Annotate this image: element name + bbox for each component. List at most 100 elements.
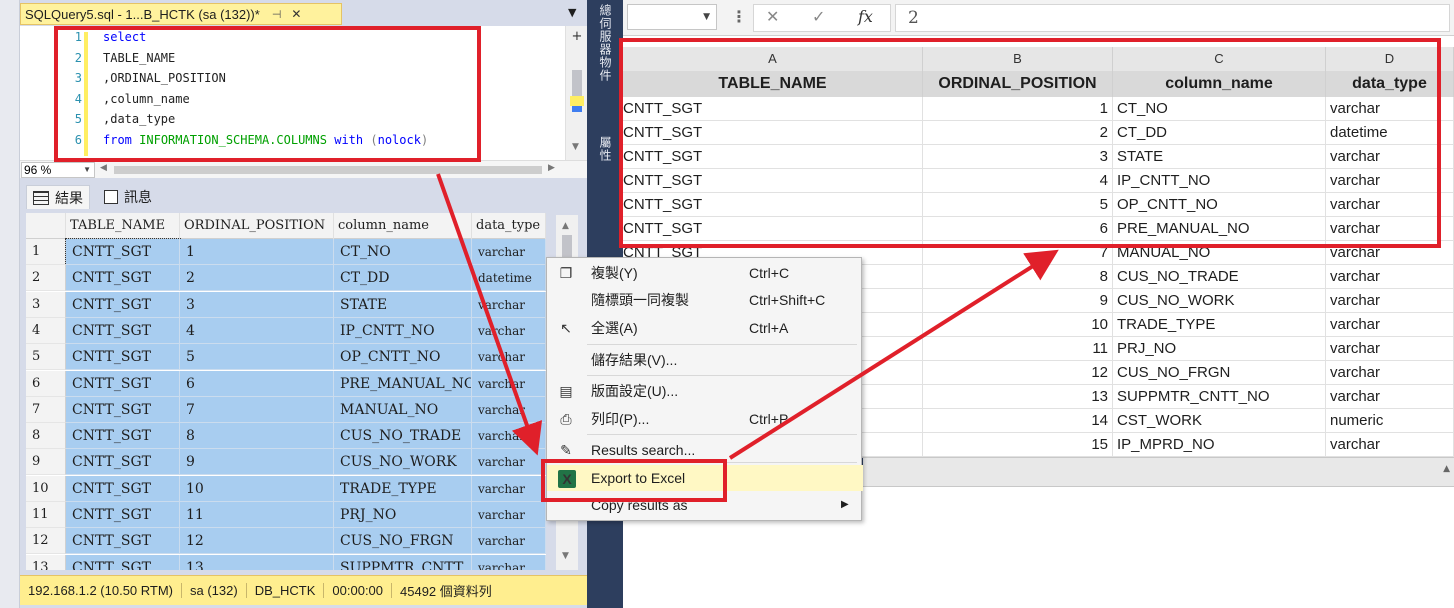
table-row[interactable]: 10 CNTT_SGT 10 TRADE_TYPE varchar — [26, 475, 546, 502]
excel-cell[interactable]: numeric — [1326, 409, 1454, 433]
grid-cell[interactable]: CUS_NO_TRADE — [334, 423, 472, 450]
excel-cell[interactable]: CUS_NO_TRADE — [1113, 265, 1326, 289]
grid-cell[interactable]: varchar — [472, 502, 546, 528]
side-label-server-objects[interactable]: 總伺服器物件 — [597, 4, 614, 82]
grid-cell[interactable]: varchar — [472, 239, 546, 265]
grid-cell[interactable]: CNTT_SGT — [65, 238, 181, 266]
pin-icon[interactable]: ⊣ — [272, 8, 282, 21]
grid-cell[interactable]: 7 — [180, 396, 334, 423]
scroll-down-icon[interactable]: ▼ — [562, 551, 569, 561]
excel-cell[interactable]: varchar — [1326, 289, 1454, 313]
tab-results[interactable]: 結果 — [26, 185, 90, 209]
table-row[interactable]: 3 CNTT_SGT 3 STATE varchar — [26, 291, 546, 318]
table-row[interactable]: 1 CNTT_SGT 1 CT_NO varchar — [26, 238, 546, 266]
grid-cell[interactable]: 4 — [180, 317, 334, 344]
row-number[interactable]: 6 — [26, 370, 66, 397]
scroll-down-icon[interactable]: ▼ — [572, 142, 579, 152]
row-header-corner[interactable] — [26, 213, 66, 239]
grid-cell[interactable]: IP_CNTT_NO — [334, 317, 472, 344]
row-number[interactable]: 13 — [26, 554, 66, 570]
excel-cell[interactable]: varchar — [1326, 361, 1454, 385]
excel-cell[interactable]: 8 — [923, 265, 1113, 289]
tab-list-dropdown-icon[interactable]: ▼ — [568, 6, 576, 19]
close-icon[interactable]: ✕ — [291, 7, 301, 21]
grid-cell[interactable]: varchar — [472, 291, 546, 318]
zoom-dropdown[interactable]: 96 % ▼ — [21, 162, 95, 178]
excel-cell[interactable]: CST_WORK — [1113, 409, 1326, 433]
grid-cell[interactable]: 12 — [180, 528, 334, 555]
grid-cell[interactable]: CT_NO — [334, 239, 472, 265]
grid-cell[interactable]: TRADE_TYPE — [334, 475, 472, 502]
excel-cell[interactable]: 13 — [923, 385, 1113, 409]
grid-cell[interactable]: datetime — [472, 265, 546, 292]
grid-cell[interactable]: varchar — [472, 528, 546, 555]
menu-item[interactable]: 隨標頭一同複製 Ctrl+Shift+C — [547, 287, 863, 313]
row-number[interactable]: 10 — [26, 475, 66, 502]
editor-horizontal-scrollbar[interactable] — [114, 166, 542, 174]
side-label-properties[interactable]: 屬性 — [597, 136, 614, 162]
grid-cell[interactable]: 8 — [180, 423, 334, 450]
grid-cell[interactable]: CNTT_SGT — [66, 449, 180, 476]
results-grid[interactable]: TABLE_NAME ORDINAL_POSITION column_name … — [26, 213, 546, 570]
grid-cell[interactable]: OP_CNTT_NO — [334, 344, 472, 371]
grid-cell[interactable]: CNTT_SGT — [66, 528, 180, 555]
grid-cell[interactable]: 9 — [180, 449, 334, 476]
menu-item[interactable]: ▤ 版面設定(U)... — [547, 378, 863, 404]
insert-function-icon[interactable]: fx — [858, 7, 873, 26]
column-header[interactable]: ORDINAL_POSITION — [180, 213, 334, 239]
grid-cell[interactable]: varchar — [472, 554, 546, 570]
excel-cell[interactable]: 9 — [923, 289, 1113, 313]
row-number[interactable]: 4 — [26, 317, 66, 344]
menu-item[interactable]: 儲存結果(V)... — [547, 347, 863, 373]
excel-cell[interactable]: varchar — [1326, 433, 1454, 457]
grid-cell[interactable]: 6 — [180, 370, 334, 397]
tab-messages[interactable]: 訊息 — [98, 185, 158, 209]
grid-cell[interactable]: CNTT_SGT — [66, 291, 180, 318]
grid-cell[interactable]: 1 — [180, 239, 334, 265]
excel-cell[interactable]: 15 — [923, 433, 1113, 457]
grid-cell[interactable]: 3 — [180, 291, 334, 318]
grid-cell[interactable]: CNTT_SGT — [66, 554, 180, 570]
grid-cell[interactable]: SUPPMTR_CNTT — [334, 554, 472, 570]
grid-cell[interactable]: CUS_NO_WORK — [334, 449, 472, 476]
grid-cell[interactable]: CNTT_SGT — [66, 370, 180, 397]
grid-cell[interactable]: CNTT_SGT — [66, 265, 180, 292]
grid-cell[interactable]: MANUAL_NO — [334, 396, 472, 423]
grid-cell[interactable]: CNTT_SGT — [66, 344, 180, 371]
excel-cell[interactable]: 12 — [923, 361, 1113, 385]
excel-cell[interactable]: SUPPMTR_CNTT_NO — [1113, 385, 1326, 409]
grid-cell[interactable]: CNTT_SGT — [66, 317, 180, 344]
menu-item[interactable]: ❐ 複製(Y) Ctrl+C — [547, 260, 863, 286]
column-header[interactable]: TABLE_NAME — [66, 213, 180, 239]
row-number[interactable]: 7 — [26, 396, 66, 423]
table-row[interactable]: 9 CNTT_SGT 9 CUS_NO_WORK varchar — [26, 449, 546, 476]
grid-cell[interactable]: varchar — [472, 423, 546, 450]
grid-cell[interactable]: 2 — [180, 265, 334, 292]
grid-cell[interactable]: 11 — [180, 502, 334, 528]
excel-cell[interactable]: 14 — [923, 409, 1113, 433]
grid-cell[interactable]: CNTT_SGT — [66, 423, 180, 450]
formula-input[interactable]: 2 — [895, 4, 1450, 32]
grid-cell[interactable]: PRJ_NO — [334, 502, 472, 528]
excel-cell[interactable]: varchar — [1326, 313, 1454, 337]
grid-cell[interactable]: 13 — [180, 554, 334, 570]
excel-cell[interactable]: varchar — [1326, 265, 1454, 289]
excel-cell[interactable]: CUS_NO_WORK — [1113, 289, 1326, 313]
grid-cell[interactable]: CNTT_SGT — [66, 396, 180, 423]
table-row[interactable]: 12 CNTT_SGT 12 CUS_NO_FRGN varchar — [26, 528, 546, 555]
cancel-icon[interactable]: ✕ — [766, 7, 779, 26]
enter-icon[interactable]: ✓ — [812, 7, 825, 26]
column-header[interactable]: column_name — [334, 213, 472, 239]
name-box[interactable]: ▼ — [627, 4, 717, 30]
grid-cell[interactable]: CUS_NO_FRGN — [334, 528, 472, 555]
grid-cell[interactable]: 5 — [180, 344, 334, 371]
row-number[interactable]: 2 — [26, 265, 66, 292]
grid-cell[interactable]: CNTT_SGT — [66, 502, 180, 528]
grid-cell[interactable]: varchar — [472, 317, 546, 344]
scroll-up-icon[interactable]: ▲ — [1443, 464, 1450, 474]
grid-cell[interactable]: CT_DD — [334, 265, 472, 292]
excel-cell[interactable]: varchar — [1326, 337, 1454, 361]
excel-cell[interactable]: PRJ_NO — [1113, 337, 1326, 361]
row-number[interactable]: 12 — [26, 528, 66, 555]
scroll-right-icon[interactable]: ▶ — [548, 163, 555, 173]
